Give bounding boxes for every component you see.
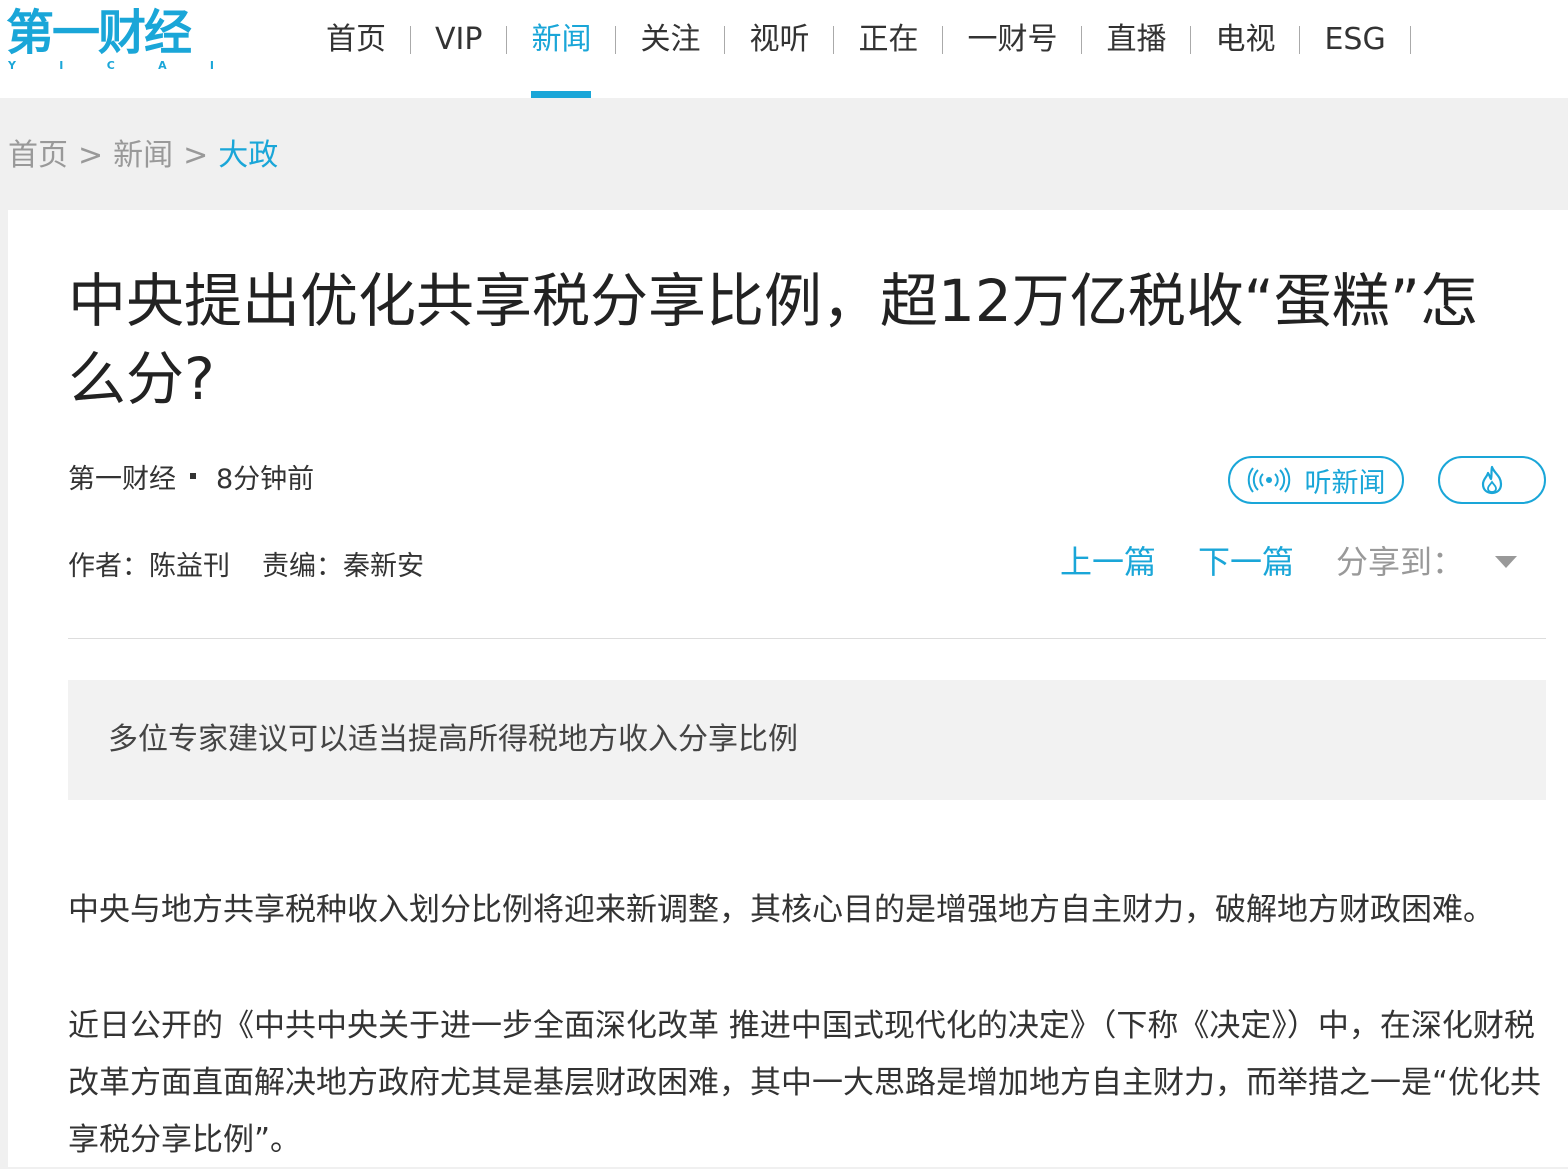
listen-news-label: 听新闻: [1304, 467, 1386, 499]
article-actions: 上一篇 下一篇 分享到：: [1060, 540, 1518, 584]
logo-letter: I: [59, 59, 64, 72]
nav-divider: [1409, 26, 1411, 54]
share-dropdown[interactable]: 分享到：: [1336, 540, 1518, 584]
nav-item-follow[interactable]: 关注: [616, 0, 724, 98]
nav-item-vip[interactable]: VIP: [411, 0, 506, 98]
nav-item-home[interactable]: 首页: [302, 0, 410, 98]
main-nav: 首页 VIP 新闻 关注 视听 正在 一财号 直播 电视 ESG: [302, 0, 1411, 98]
breadcrumb: 首页 > 新闻 > 大政: [8, 134, 278, 178]
article-paragraph: 中央与地方共享税种收入划分比例将迎来新调整，其核心目的是增强地方自主财力，破解地…: [68, 892, 1494, 928]
breadcrumb-news[interactable]: 新闻: [113, 138, 173, 173]
nav-item-video[interactable]: 视听: [725, 0, 833, 98]
article-editor: 责编：秦新安: [262, 551, 424, 582]
article-source: 第一财经: [68, 464, 176, 495]
article-credits: 作者：陈益刊 责编：秦新安: [68, 547, 424, 587]
share-label: 分享到：: [1336, 543, 1465, 581]
prev-article-link[interactable]: 上一篇: [1060, 540, 1156, 584]
article-time: 8分钟前: [216, 464, 315, 495]
broadcast-icon: [1247, 467, 1290, 493]
hot-button[interactable]: [1438, 456, 1546, 504]
meta-dot: [190, 472, 196, 479]
article-card: 中央提出优化共享税分享比例，超12万亿税收“蛋糕”怎么分? 第一财经 8分钟前 听…: [8, 210, 1568, 1167]
breadcrumb-current[interactable]: 大政: [218, 138, 278, 173]
logo-letter: A: [158, 59, 167, 72]
logo-letter: I: [209, 59, 214, 72]
listen-news-button[interactable]: 听新闻: [1228, 456, 1404, 504]
logo-letter: Y: [8, 59, 16, 72]
logo-subtitle: Y I C A I: [8, 60, 214, 72]
nav-item-live[interactable]: 直播: [1082, 0, 1190, 98]
breadcrumb-separator: >: [78, 138, 104, 173]
header-divider: [68, 638, 1546, 639]
article-title: 中央提出优化共享税分享比例，超12万亿税收“蛋糕”怎么分?: [68, 267, 1478, 413]
nav-item-esg[interactable]: ESG: [1300, 0, 1409, 98]
logo-letter: C: [106, 59, 115, 72]
article-paragraph: 近日公开的《中共中央关于进一步全面深化改革 推进中国式现代化的决定》（下称《决定…: [68, 1008, 1542, 1158]
breadcrumb-home[interactable]: 首页: [8, 138, 68, 173]
nav-item-news[interactable]: 新闻: [507, 0, 615, 98]
article-summary: 多位专家建议可以适当提高所得税地方收入分享比例: [68, 680, 1546, 800]
nav-item-now[interactable]: 正在: [834, 0, 942, 98]
site-logo[interactable]: 第一财经 Y I C A I: [6, 4, 216, 74]
next-article-link[interactable]: 下一篇: [1198, 540, 1294, 584]
article-source-line: 第一财经 8分钟前: [68, 460, 314, 500]
breadcrumb-separator: >: [183, 138, 209, 173]
article-author: 作者：陈益刊: [68, 551, 230, 582]
top-header: 第一财经 Y I C A I 首页 VIP 新闻 关注 视听 正在 一财号 直播…: [0, 0, 1568, 98]
nav-item-tv[interactable]: 电视: [1191, 0, 1299, 98]
caret-down-icon: [1495, 556, 1518, 568]
nav-item-yicaihao[interactable]: 一财号: [943, 0, 1081, 98]
logo-wordmark: 第一财经: [6, 5, 192, 61]
flame-icon: [1481, 465, 1503, 495]
